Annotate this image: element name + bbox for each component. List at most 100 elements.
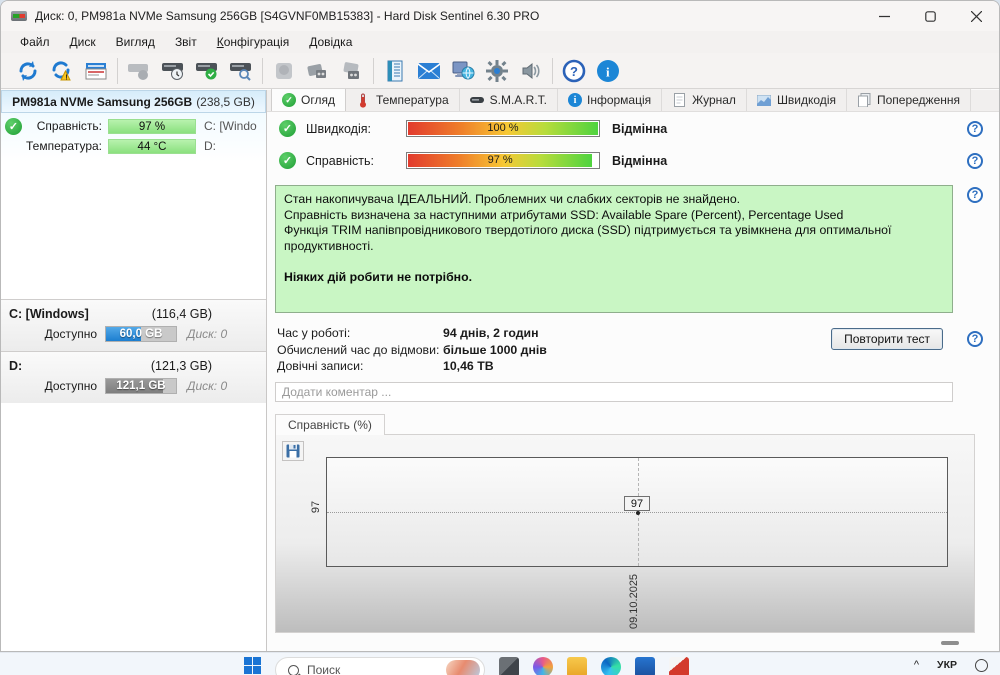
taskbar-search[interactable]: Поиск [275,657,485,675]
menu-configuration[interactable]: Конфігурація [208,33,298,51]
mail-icon[interactable] [414,57,444,85]
tab-alerts[interactable]: Попередження [846,89,971,111]
menu-disk[interactable]: Диск [61,33,105,51]
tray-status-icon[interactable] [975,659,988,672]
status-line: Справність визначена за наступними атриб… [284,207,844,222]
lifetime-stats: Час у роботі: 94 днів, 2 годин Обчислений… [277,326,547,376]
hard-disk-sentinel-taskbar-icon[interactable] [669,657,689,675]
partition-size: (121,3 GB) [150,359,212,373]
available-value: 121,1 GB [116,380,166,392]
disk-size: (238,5 GB) [196,94,255,109]
power-on-value: 94 днів, 2 годин [443,326,539,340]
scrollbar-thumb[interactable] [941,641,959,645]
help-icon[interactable]: ? [559,57,589,85]
performance-help-icon[interactable]: ? [967,121,983,137]
tab-overview[interactable]: ✓ Огляд [271,89,346,111]
information-icon: i [567,93,582,107]
health-rating: Відмінна [612,153,668,168]
store-icon[interactable] [635,657,655,675]
performance-metric-row: ✓ Швидкодія: 100 % Відмінна [279,120,667,137]
partition-c-block[interactable]: C: [Windows] (116,4 GB) Доступно 60,0 GB… [1,299,266,351]
x-axis-tick: 09.10.2025 [628,573,640,629]
partition-usage-bar: 121,1 GB [105,378,177,394]
lifetime-writes-label: Довічні записи: [277,359,364,373]
health-help-icon[interactable]: ? [967,153,983,169]
disk-eject-icon[interactable] [303,57,333,85]
tab-performance[interactable]: Швидкодія [746,89,847,111]
available-value: 60,0 GB [119,328,163,340]
health-ok-icon: ✓ [279,152,296,169]
report-icon[interactable] [81,57,111,85]
tab-log[interactable]: Журнал [662,89,747,111]
chart-tab-health[interactable]: Справність (%) [275,414,385,435]
refresh-warning-icon[interactable]: ! [47,57,77,85]
toolbar: ! ? i [1,53,999,89]
comment-input[interactable] [275,382,953,402]
health-bar: 97 % [406,152,600,169]
disk-identify-icon[interactable] [124,57,154,85]
lifetime-writes-value: 10,46 TB [443,359,494,373]
retest-button[interactable]: Повторити тест [831,328,943,350]
network-icon[interactable] [448,57,478,85]
overview-panel: ✓ Огляд Температура S.M.A.R.T. i Інформа… [267,89,999,651]
svg-text:i: i [606,64,610,79]
menu-report[interactable]: Звіт [166,33,206,51]
tray-chevron-icon[interactable]: ^ [914,659,919,671]
menu-help[interactable]: Довідка [300,33,361,51]
partition-d-block[interactable]: D: (121,3 GB) Доступно 121,1 GB Диск: 0 [1,351,266,403]
sound-icon[interactable] [516,57,546,85]
sidebar-health-row[interactable]: ✓ Справність: 97 % C: [Windo [5,116,262,136]
health-ok-icon: ✓ [5,117,22,135]
chart-icon [757,93,772,108]
task-view-icon[interactable] [499,657,519,675]
temp-label: Температура: [26,139,103,153]
status-help-icon[interactable]: ? [967,187,983,203]
language-indicator[interactable]: УКР [937,659,957,671]
disk-search-icon[interactable] [226,57,256,85]
document-icon [672,93,687,108]
file-explorer-icon[interactable] [567,657,587,675]
settings-gear-icon[interactable] [482,57,512,85]
journal-icon[interactable] [380,57,410,85]
tab-smart[interactable]: S.M.A.R.T. [459,89,558,111]
disk-insert-icon[interactable] [337,57,367,85]
refresh-icon[interactable] [13,57,43,85]
disk-history-icon[interactable] [158,57,188,85]
maximize-button[interactable] [907,1,953,31]
disk-number: Диск: 0 [187,379,228,393]
sidebar-disk-header[interactable]: PM981a NVMe Samsung 256GB (238,5 GB) [1,90,266,113]
partition-name: C: [Windows] [9,307,89,321]
start-button[interactable] [244,657,261,674]
window-title: Диск: 0, PM981a NVMe Samsung 256GB [S4GV… [35,9,540,23]
status-line: Функція TRIM напівпровідникового твердот… [284,223,892,253]
close-button[interactable] [953,1,999,31]
disk-test-icon[interactable] [192,57,222,85]
estimated-life-label: Обчислений час до відмови: [277,342,440,357]
minimize-button[interactable] [861,1,907,31]
edge-icon[interactable] [601,657,621,675]
chart-plot-area: 97 [326,457,948,567]
menu-view[interactable]: Вигляд [107,33,164,51]
tab-temperature[interactable]: Температура [345,89,460,111]
sidebar-temp-row[interactable]: Температура: 44 °C D: [5,136,262,156]
retest-help-icon[interactable]: ? [967,331,983,347]
health-label: Справність: [306,153,374,168]
y-axis-tick: 97 [310,500,323,514]
search-icon [288,664,299,675]
partition-name: D: [9,359,23,373]
performance-bar: 100 % [406,120,600,137]
horizontal-scrollbar[interactable] [275,639,969,647]
save-chart-icon[interactable] [282,441,304,461]
title-bar: Диск: 0, PM981a NVMe Samsung 256GB [S4GV… [1,1,999,31]
performance-rating: Відмінна [612,121,668,136]
tab-information[interactable]: i Інформація [557,89,663,111]
health-history-chart: 97 97 09.10.2025 [275,434,975,633]
partition-d-ref: D: [204,139,216,153]
copilot-icon[interactable] [533,657,553,675]
menu-file[interactable]: Файл [11,33,59,51]
disk-name: PM981a NVMe Samsung 256GB [12,94,193,109]
estimated-life-value: більше 1000 днів [443,342,547,357]
drive-icon[interactable] [269,57,299,85]
info-icon[interactable]: i [593,57,623,85]
overview-check-icon: ✓ [282,93,296,107]
